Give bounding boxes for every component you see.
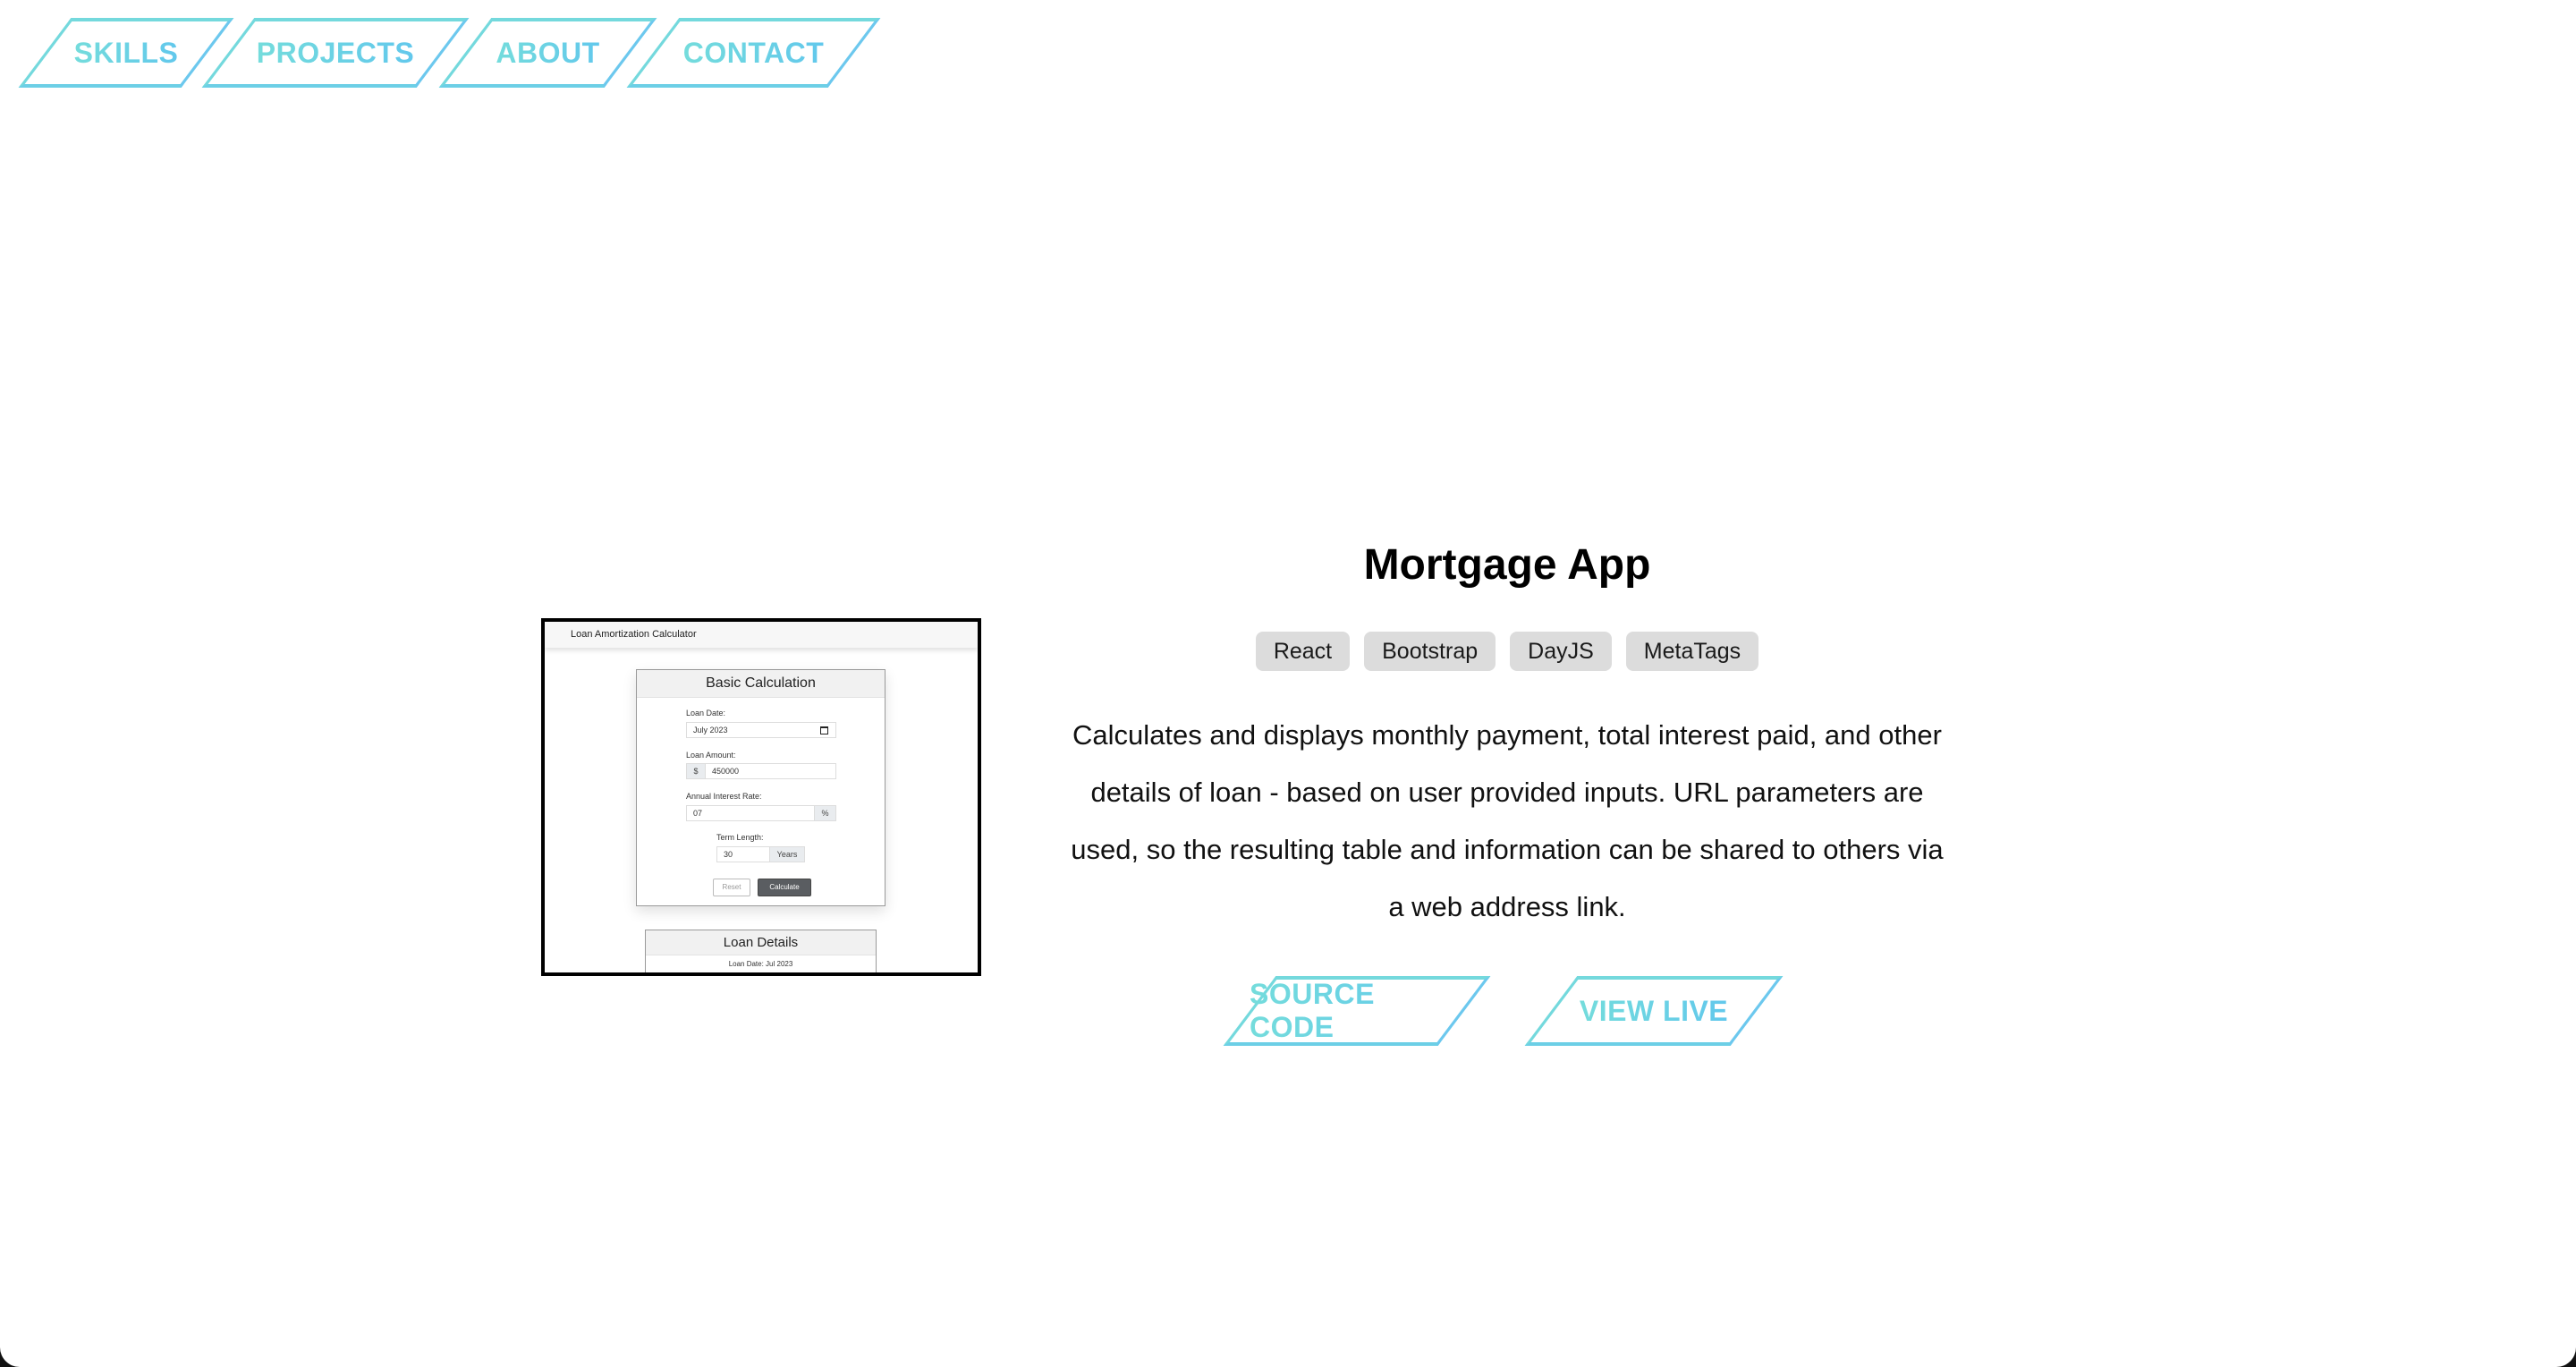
preview-card-title: Basic Calculation [637,670,885,698]
preview-loan-details-card: Loan Details Loan Date: Jul 2023 [645,930,877,972]
preview-loan-amount-input: 450000 [705,763,836,779]
preview-app-title: Loan Amortization Calculator [545,622,978,648]
preview-rate-label: Annual Interest Rate: [686,792,762,801]
preview-loan-date-input: July 2023 [686,722,836,738]
preview-details-title: Loan Details [646,930,876,955]
nav-projects[interactable]: PROJECTS [228,18,443,88]
nav-about-label: ABOUT [496,36,600,69]
project-preview-image[interactable]: Loan Amortization Calculator Basic Calcu… [541,618,981,976]
nav-about[interactable]: ABOUT [465,18,631,88]
nav-contact-label: CONTACT [682,36,825,69]
tag-bootstrap: Bootstrap [1364,632,1496,671]
tag-metatags: MetaTags [1625,632,1759,671]
tag-dayjs: DayJS [1510,632,1612,671]
preview-details-line: Loan Date: Jul 2023 [728,960,793,968]
project-title: Mortgage App [1363,541,1651,589]
source-code-label: SOURCE CODE [1250,978,1464,1044]
preview-rate-input: 07 [686,805,815,821]
preview-loan-date-value: July 2023 [693,726,728,734]
portfolio-page: SKILLS PROJECTS ABOUT CONTACT Loan Amort… [0,0,2576,1367]
preview-term-label: Term Length: [716,833,764,842]
preview-basic-calculation-card: Basic Calculation Loan Date: July 2023 L… [636,669,886,906]
preview-term-input: 30 [716,846,770,862]
view-live-button[interactable]: VIEW LIVE [1551,976,1757,1046]
preview-currency-addon: $ [686,763,706,779]
nav-skills-label: SKILLS [73,36,179,69]
calendar-icon [820,726,828,734]
preview-percent-addon: % [814,805,836,821]
nav-projects-label: PROJECTS [256,36,415,69]
tech-tags: React Bootstrap DayJS MetaTags [1060,632,1954,671]
tag-react: React [1255,632,1351,671]
nav-skills[interactable]: SKILLS [45,18,208,88]
source-code-button[interactable]: SOURCE CODE [1250,976,1464,1046]
preview-calculate-button: Calculate [758,879,811,896]
preview-loan-date-label: Loan Date: [686,709,726,717]
view-live-label: VIEW LIVE [1579,994,1729,1027]
preview-reset-button: Reset [713,879,750,896]
nav-contact[interactable]: CONTACT [653,18,854,88]
project-description: Calculates and displays monthly payment,… [1071,719,1944,922]
preview-term-unit: Years [769,846,805,862]
preview-loan-amount-label: Loan Amount: [686,751,736,760]
